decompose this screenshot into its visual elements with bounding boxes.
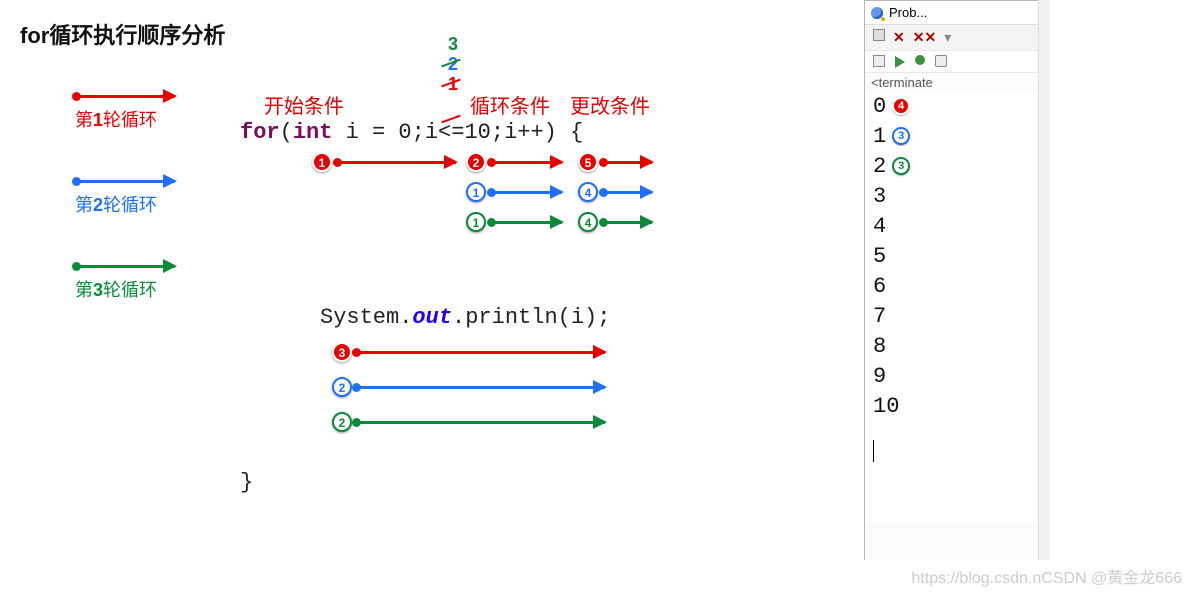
output-badge-1: 3 bbox=[892, 127, 910, 145]
ann-loop-condition: 循环条件 bbox=[470, 90, 550, 119]
console-status: <terminate bbox=[865, 73, 1038, 92]
arrow-icon bbox=[75, 180, 175, 183]
arrow-icon bbox=[355, 386, 605, 389]
console-output[interactable]: 04 13 23 3 4 5 6 7 8 9 10 bbox=[865, 92, 1038, 522]
step-badge-print-blue: 2 bbox=[332, 377, 352, 397]
console-panel: Prob... ✕ ✕✕ ▾ <terminate 04 13 23 3 4 5… bbox=[864, 0, 1038, 560]
output-row: 04 bbox=[873, 92, 1030, 122]
breakpoint-icon bbox=[871, 7, 883, 19]
terminate-icon[interactable] bbox=[873, 55, 885, 67]
code-line-close: } bbox=[240, 470, 253, 495]
output-row: 3 bbox=[873, 182, 1030, 212]
scrollbar[interactable] bbox=[1038, 0, 1050, 560]
ann-start-condition: 开始条件 bbox=[264, 90, 344, 119]
console-toolbar-1: ✕ ✕✕ ▾ bbox=[865, 25, 1038, 51]
output-row: 23 bbox=[873, 152, 1030, 182]
arrow-icon bbox=[602, 191, 652, 194]
output-row: 4 bbox=[873, 212, 1030, 242]
arrow-icon bbox=[75, 265, 175, 268]
arrow-icon bbox=[355, 421, 605, 424]
step-badge-red-1: 1 bbox=[312, 152, 332, 172]
legend-item-1: 第1轮循环 bbox=[75, 95, 175, 132]
step-badge-green-1: 1 bbox=[466, 212, 486, 232]
output-badge-2: 3 bbox=[892, 157, 910, 175]
run-icon[interactable] bbox=[895, 56, 905, 68]
arrow-icon bbox=[602, 221, 652, 224]
remove-all-icon[interactable]: ✕✕ bbox=[913, 29, 936, 46]
step-badge-print-green: 2 bbox=[332, 412, 352, 432]
output-badge-0: 4 bbox=[892, 97, 910, 115]
output-row: 6 bbox=[873, 272, 1030, 302]
legend-label-1: 第1轮循环 bbox=[75, 106, 175, 132]
arrow-icon bbox=[355, 351, 605, 354]
arrow-icon bbox=[490, 221, 562, 224]
console-toolbar-2 bbox=[865, 51, 1038, 73]
arrow-icon bbox=[602, 161, 652, 164]
console-tab[interactable]: Prob... bbox=[865, 1, 1038, 25]
arrow-icon bbox=[490, 191, 562, 194]
pass-count-3: 3 bbox=[448, 34, 458, 55]
step-badge-print-red: 3 bbox=[332, 342, 352, 362]
toggle-icon[interactable] bbox=[935, 55, 947, 67]
page-title: for循环执行顺序分析 bbox=[20, 18, 225, 50]
code-line-println: System.out.println(i); bbox=[320, 305, 610, 330]
stop-icon[interactable] bbox=[873, 29, 885, 41]
step-badge-blue-1: 1 bbox=[466, 182, 486, 202]
resume-icon[interactable] bbox=[915, 55, 925, 65]
step-badge-red-5: 5 bbox=[578, 152, 598, 172]
caret-icon bbox=[873, 440, 874, 462]
console-tab-label: Prob... bbox=[889, 5, 927, 20]
watermark: https://blog.csdn.nCSDN @黄金龙666 bbox=[911, 564, 1182, 588]
ann-update-condition: 更改条件 bbox=[570, 90, 650, 119]
arrow-icon bbox=[75, 95, 175, 98]
arrow-icon bbox=[336, 161, 456, 164]
output-row: 9 bbox=[873, 362, 1030, 392]
legend-item-2: 第2轮循环 bbox=[75, 180, 175, 217]
step-badge-green-4: 4 bbox=[578, 212, 598, 232]
output-row: 5 bbox=[873, 242, 1030, 272]
menu-icon[interactable]: ▾ bbox=[944, 29, 951, 46]
legend-label-3: 第3轮循环 bbox=[75, 276, 175, 302]
step-badge-blue-4: 4 bbox=[578, 182, 598, 202]
arrow-icon bbox=[490, 161, 562, 164]
output-row: 8 bbox=[873, 332, 1030, 362]
remove-icon[interactable]: ✕ bbox=[893, 29, 905, 46]
output-row: 13 bbox=[873, 122, 1030, 152]
code-line-for: for(int i = 0;i<=10;i++) { bbox=[240, 120, 583, 145]
legend-label-2: 第2轮循环 bbox=[75, 191, 175, 217]
output-row: 7 bbox=[873, 302, 1030, 332]
legend-item-3: 第3轮循环 bbox=[75, 265, 175, 302]
step-badge-red-2: 2 bbox=[466, 152, 486, 172]
output-row: 10 bbox=[873, 392, 1030, 422]
